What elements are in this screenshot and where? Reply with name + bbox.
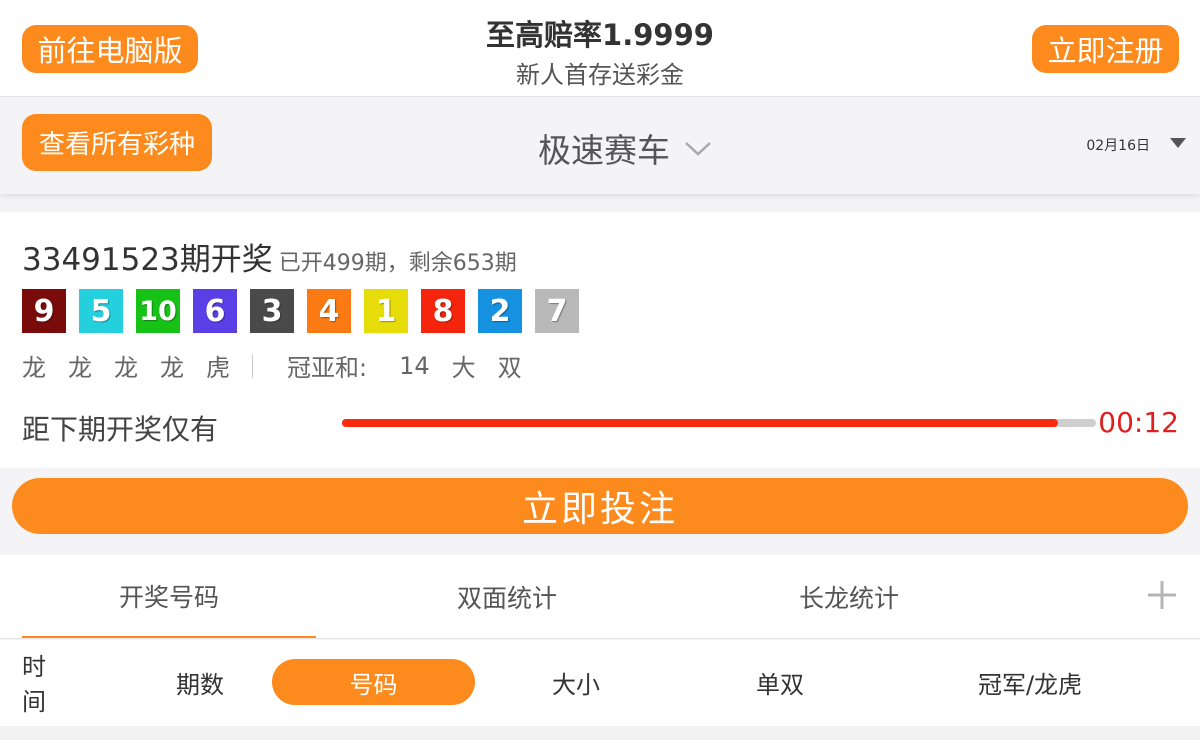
top-bar: 前往电脑版 至高赔率1.9999 新人首存送彩金 立即注册: [0, 0, 1200, 97]
subtab-size[interactable]: 大小: [526, 659, 626, 705]
promo-title: 至高赔率1.9999: [486, 18, 714, 52]
countdown-label: 距下期开奖仅有: [22, 413, 219, 446]
parity-value: 双: [497, 354, 522, 382]
plus-icon[interactable]: [1146, 579, 1178, 611]
result-ball-3: 10: [136, 289, 180, 333]
result-ball-7: 1: [364, 289, 408, 333]
chevron-down-icon: [685, 142, 711, 156]
subtab-number[interactable]: 号码: [272, 659, 475, 705]
countdown-progress-fill: [342, 419, 1059, 427]
result-ball-4: 6: [193, 289, 237, 333]
all-lotteries-button[interactable]: 查看所有彩种: [22, 114, 212, 171]
tab-two-sided-stats[interactable]: 双面统计: [360, 555, 654, 639]
lottery-selector-bar: 查看所有彩种 极速赛车 02月16日: [0, 97, 1200, 194]
result-ball-1: 9: [22, 289, 66, 333]
tab-draw-numbers[interactable]: 开奖号码: [22, 555, 316, 638]
caret-down-icon: [1170, 138, 1186, 148]
size-value: 大: [451, 354, 476, 382]
countdown-progress-bar: [342, 419, 1096, 427]
promo-subtitle: 新人首存送彩金: [516, 61, 684, 89]
subtab-period[interactable]: 期数: [150, 659, 250, 705]
lottery-name: 极速赛车: [538, 131, 670, 170]
date-dropdown[interactable]: 02月16日: [1086, 135, 1186, 155]
bottom-divider: [0, 726, 1200, 740]
lottery-dropdown[interactable]: 极速赛车: [538, 124, 712, 172]
place-bet-button[interactable]: 立即投注: [12, 478, 1188, 534]
register-button[interactable]: 立即注册: [1032, 25, 1179, 73]
result-ball-5: 3: [250, 289, 294, 333]
date-label: 02月16日: [1086, 138, 1150, 154]
divider: [252, 353, 253, 378]
result-ball-2: 5: [79, 289, 123, 333]
result-ball-9: 2: [478, 289, 522, 333]
sum-label: 冠亚和:: [287, 354, 368, 382]
main-tabs: 开奖号码 双面统计 长龙统计: [0, 555, 1200, 639]
subtab-time[interactable]: 时间: [22, 653, 68, 716]
dragon-tiger-2: 龙: [68, 354, 92, 382]
period-line: 33491523期开奖 已开499期，剩余653期: [22, 234, 517, 279]
dragon-tiger-5: 虎: [206, 354, 230, 382]
dragon-tiger-4: 龙: [160, 354, 184, 382]
result-numbers: 9 5 10 6 3 4 1 8 2 7: [22, 289, 592, 333]
period-title: 33491523期开奖: [22, 242, 273, 278]
dragon-tiger-1: 龙: [22, 354, 46, 382]
draw-result-panel: 33491523期开奖 已开499期，剩余653期 9 5 10 6 3 4 1 8 2 7 龙 …: [0, 212, 1200, 468]
tab-long-dragon-stats[interactable]: 长龙统计: [702, 555, 996, 639]
dragon-tiger-3: 龙: [114, 354, 138, 382]
countdown-timer: 00:12: [1098, 406, 1179, 439]
result-stats: 龙 龙 龙 龙 虎 冠亚和: 14 大 双: [22, 348, 544, 383]
result-ball-10: 7: [535, 289, 579, 333]
sum-value: 14: [399, 351, 430, 380]
result-ball-6: 4: [307, 289, 351, 333]
result-ball-8: 8: [421, 289, 465, 333]
subtab-champion-dragon-tiger[interactable]: 冠军/龙虎: [960, 659, 1100, 705]
period-info: 已开499期，剩余653期: [278, 251, 517, 276]
sub-tabs: 时间 期数 号码 大小 单双 冠军/龙虎: [0, 640, 1200, 726]
subtab-parity[interactable]: 单双: [730, 659, 830, 705]
